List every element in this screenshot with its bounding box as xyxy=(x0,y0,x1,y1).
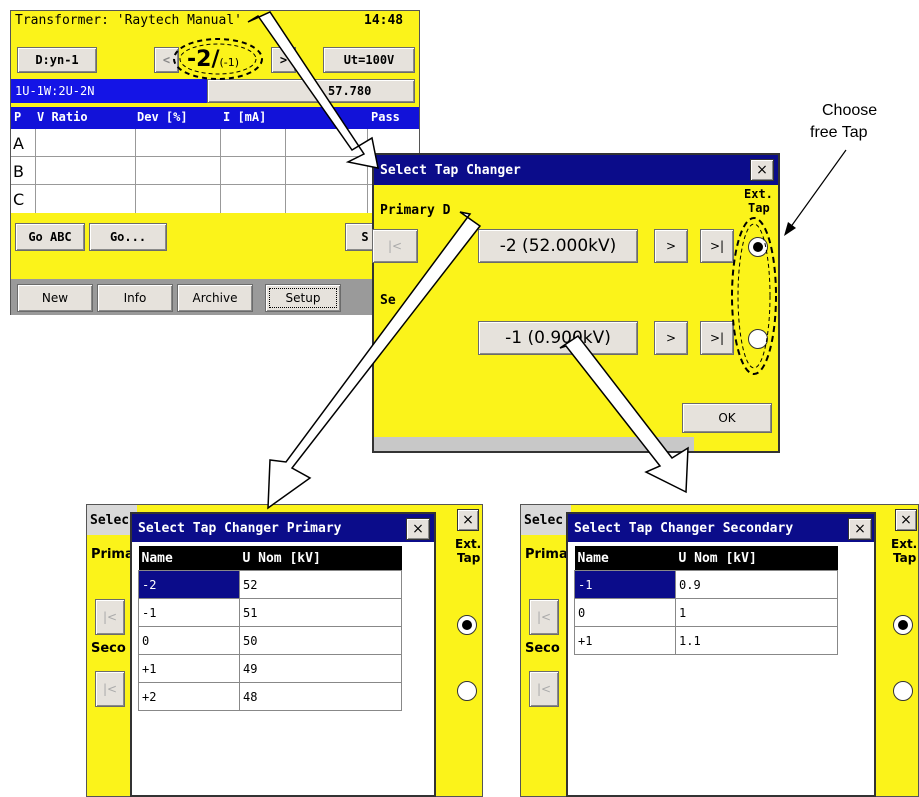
table-row[interactable]: B xyxy=(11,157,419,185)
bg-first-button-2: |< xyxy=(95,671,125,707)
primary-ext-tap-radio[interactable] xyxy=(748,237,768,257)
prev-tap-button[interactable]: < xyxy=(154,47,179,73)
bg-ext-2: Tap xyxy=(457,551,481,565)
go-button[interactable]: Go... xyxy=(89,223,167,251)
test-voltage-button[interactable]: Ut=100V xyxy=(323,47,415,73)
bg-close-icon[interactable]: × xyxy=(457,509,479,531)
secondary-list-title: Select Tap Changer Secondary xyxy=(568,514,874,542)
row-label: C xyxy=(13,190,25,209)
ok-button[interactable]: OK xyxy=(682,403,772,433)
table-row[interactable]: +1 1.1 xyxy=(574,626,838,655)
col-dev: Dev [%] xyxy=(137,110,188,124)
close-icon[interactable]: × xyxy=(406,518,430,540)
primary-value-button[interactable]: -2 (52.000kV) xyxy=(478,229,638,263)
table-row[interactable]: A xyxy=(11,129,419,157)
table-row[interactable]: 0 50 xyxy=(138,626,402,655)
callout-pointer xyxy=(789,149,847,229)
ext-tap-label-1: Ext. xyxy=(744,187,773,201)
primary-first-button[interactable]: |< xyxy=(372,229,418,263)
row-label: A xyxy=(13,134,24,153)
tab-setup[interactable]: Setup xyxy=(265,284,341,312)
go-abc-button[interactable]: Go ABC xyxy=(15,223,85,251)
bg-close-icon[interactable]: × xyxy=(895,509,917,531)
close-icon[interactable]: × xyxy=(750,159,774,181)
callout-line-2: free Tap xyxy=(810,124,868,141)
bg-ext-2: Tap xyxy=(893,551,917,565)
secondary-label: Se xyxy=(380,293,396,308)
vector-group-button[interactable]: D:yn-1 xyxy=(17,47,97,73)
callout-arrowhead xyxy=(784,222,796,236)
col-unom: U Nom [kV] xyxy=(239,546,402,571)
bg-secondary-radio xyxy=(893,681,913,701)
bg-ext-1: Ext. xyxy=(891,537,918,551)
bg-first-button: |< xyxy=(95,599,125,635)
select-tap-changer-dialog: Select Tap Changer × Primary D Ext. Tap … xyxy=(372,153,780,453)
col-name: Name xyxy=(574,546,676,571)
tab-new[interactable]: New xyxy=(17,284,93,312)
bg-primary-radio xyxy=(893,615,913,635)
primary-tap-table: Name U Nom [kV] -2 52 -1 51 0 50 +1 49 +2 48 xyxy=(138,546,402,711)
dialog-bottom-strip xyxy=(374,437,694,451)
col-current: I [mA] xyxy=(223,110,267,124)
next-tap-button[interactable]: > xyxy=(271,47,296,73)
tab-info[interactable]: Info xyxy=(97,284,173,312)
bg-title: Selec xyxy=(521,505,571,535)
table-row[interactable]: -1 51 xyxy=(138,598,402,627)
col-ratio: V Ratio xyxy=(37,110,88,124)
results-table: A B C xyxy=(11,129,419,213)
bg-ext-1: Ext. xyxy=(455,537,482,551)
bg-secondary-radio xyxy=(457,681,477,701)
table-row[interactable]: -1 0.9 xyxy=(574,570,838,599)
secondary-value-button[interactable]: -1 (0.900kV) xyxy=(478,321,638,355)
clock: 14:48 xyxy=(364,13,404,28)
table-row[interactable]: -2 52 xyxy=(138,570,402,599)
col-name: Name xyxy=(138,546,240,571)
table-row[interactable]: +2 48 xyxy=(138,682,402,711)
secondary-last-button[interactable]: >| xyxy=(700,321,734,355)
bg-primary-label: Prima xyxy=(91,547,134,562)
bg-first-button-2: |< xyxy=(529,671,559,707)
primary-tap-value: -2/ xyxy=(187,47,220,72)
bg-primary-label: Prima xyxy=(525,547,568,562)
bg-secondary-label: Seco xyxy=(525,641,560,656)
table-row[interactable]: 01 xyxy=(574,598,838,627)
dialog-title: Select Tap Changer xyxy=(374,155,778,185)
tap-changer-secondary-dialog: Select Tap Changer Secondary × Name U No… xyxy=(566,512,876,797)
secondary-tap-table: Name U Nom [kV] -1 0.9 01 +1 1.1 xyxy=(574,546,838,655)
bg-secondary-label: Seco xyxy=(91,641,126,656)
callout-line-1: Choose xyxy=(822,102,878,119)
phase-indicator: 1U-1W:2U-2N xyxy=(11,79,207,103)
bg-first-button: |< xyxy=(529,599,559,635)
close-icon[interactable]: × xyxy=(848,518,872,540)
primary-label: Primary D xyxy=(380,203,451,218)
main-title: Transformer: 'Raytech Manual' xyxy=(15,13,242,28)
secondary-next-button[interactable]: > xyxy=(654,321,688,355)
bg-primary-radio xyxy=(457,615,477,635)
tap-display: -2/ (-1) xyxy=(187,47,262,75)
row-label: B xyxy=(13,162,24,181)
primary-next-button[interactable]: > xyxy=(654,229,688,263)
tap-changer-primary-dialog: Select Tap Changer Primary × Name U Nom … xyxy=(130,512,436,797)
secondary-tap-value: (-1) xyxy=(219,56,240,69)
col-phase: P xyxy=(14,110,22,124)
col-unom: U Nom [kV] xyxy=(675,546,838,571)
table-row[interactable]: C xyxy=(11,185,419,213)
tab-archive[interactable]: Archive xyxy=(177,284,253,312)
results-header: P V Ratio Dev [%] I [mA] Pass xyxy=(11,107,419,129)
main-screen: Transformer: 'Raytech Manual' 14:48 D:yn… xyxy=(10,10,420,315)
secondary-ext-tap-radio[interactable] xyxy=(748,329,768,349)
primary-list-title: Select Tap Changer Primary xyxy=(132,514,434,542)
primary-last-button[interactable]: >| xyxy=(700,229,734,263)
ext-tap-label-2: Tap xyxy=(748,201,770,215)
ratio-value: 57.780 xyxy=(207,79,415,103)
table-row[interactable]: +1 49 xyxy=(138,654,402,683)
col-pass: Pass xyxy=(371,110,400,124)
